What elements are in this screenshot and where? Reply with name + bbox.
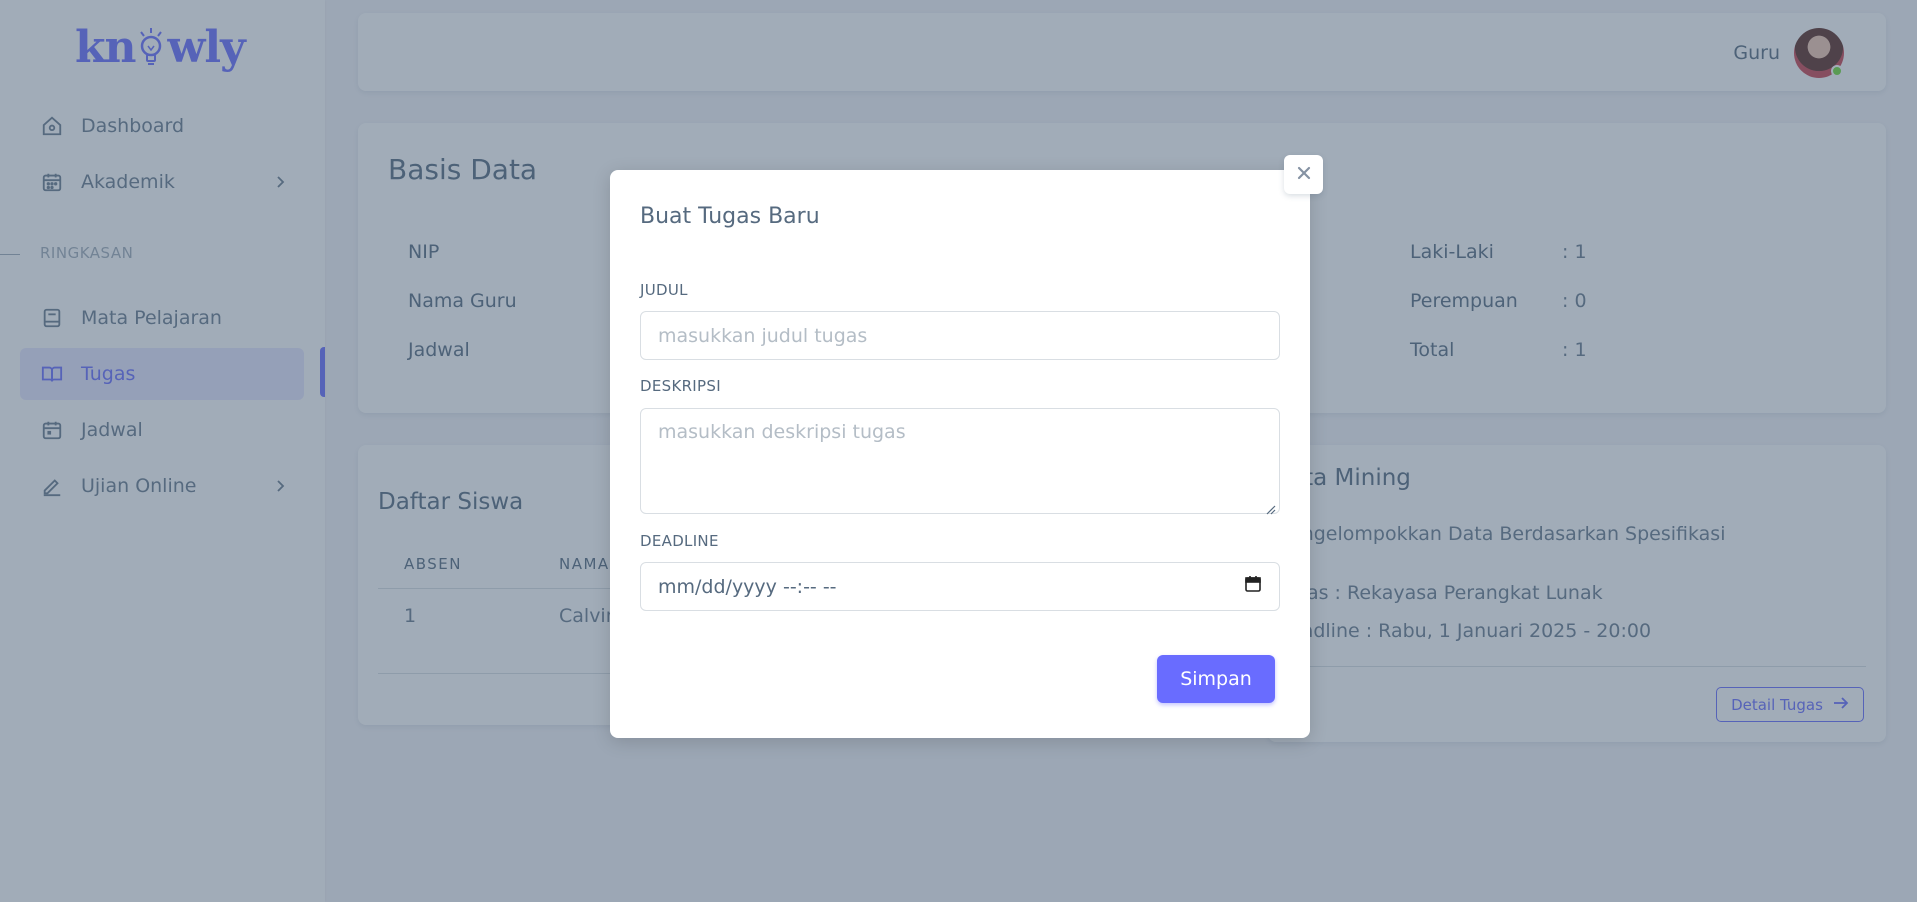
create-task-modal: Buat Tugas Baru JUDUL DESKRIPSI DEADLINE… <box>610 170 1310 738</box>
resize-handle-icon[interactable] <box>1266 500 1276 519</box>
close-modal-button[interactable] <box>1284 155 1323 194</box>
deadline-datetime-input[interactable]: mm/dd/yyyy --:-- -- <box>640 562 1280 611</box>
deskripsi-textarea[interactable] <box>640 408 1280 514</box>
save-button[interactable]: Simpan <box>1157 655 1275 703</box>
deadline-placeholder: mm/dd/yyyy --:-- -- <box>658 575 837 598</box>
deskripsi-label: DESKRIPSI <box>640 377 721 395</box>
modal-title: Buat Tugas Baru <box>640 204 820 229</box>
close-icon <box>1296 165 1312 185</box>
judul-input[interactable] <box>640 311 1280 360</box>
calendar-picker-icon[interactable] <box>1244 575 1262 598</box>
judul-label: JUDUL <box>640 281 688 299</box>
deadline-label: DEADLINE <box>640 532 719 550</box>
